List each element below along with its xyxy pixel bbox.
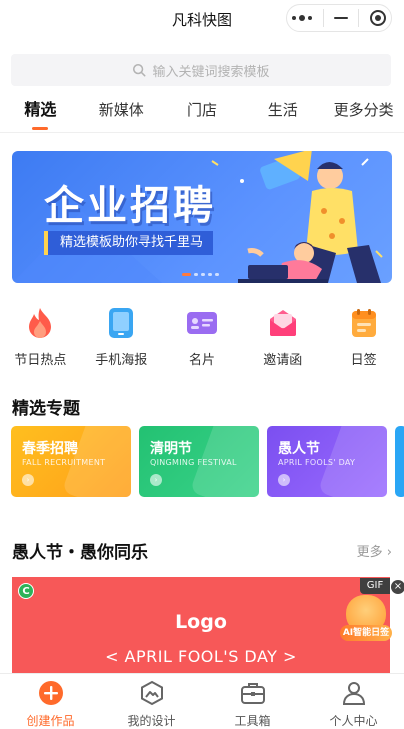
more-label: 更多 bbox=[356, 545, 383, 560]
gif-tag: GIF bbox=[360, 578, 390, 594]
nav-profile[interactable]: 个人中心 bbox=[303, 674, 404, 729]
nav-label: 我的设计 bbox=[127, 714, 176, 728]
tab-featured[interactable]: 精选 bbox=[0, 94, 81, 130]
quick-item-festival[interactable]: 节日热点 bbox=[0, 306, 81, 368]
quick-item-invitation[interactable]: 邀请函 bbox=[242, 306, 323, 368]
ai-tag: AI智能日签 bbox=[340, 625, 392, 641]
capsule-divider bbox=[358, 9, 360, 27]
chevron-right-icon: › bbox=[386, 545, 392, 560]
ai-daily-sign-float[interactable]: AI智能日签 bbox=[338, 595, 394, 645]
flame-icon bbox=[23, 306, 57, 340]
phone-icon bbox=[104, 306, 138, 340]
topic-card-spring-recruit[interactable]: 春季招聘 FALL RECRUITMENT › bbox=[11, 426, 131, 497]
quick-categories: 节日热点 手机海报 名片 邀请函 日签 bbox=[0, 306, 404, 368]
tab-life[interactable]: 生活 bbox=[242, 94, 323, 130]
quick-label: 手机海报 bbox=[95, 353, 148, 368]
nav-label: 工具箱 bbox=[234, 714, 271, 728]
quick-label: 名片 bbox=[188, 353, 215, 368]
app-title: 凡科快图 bbox=[171, 10, 232, 29]
banner-subtitle: 精选模板助你寻找千里马 bbox=[44, 231, 214, 255]
featured-topics: 春季招聘 FALL RECRUITMENT › 清明节 QINGMING FES… bbox=[11, 426, 404, 497]
banner-headline: 企业招聘 bbox=[44, 183, 216, 229]
topic-card-qingming[interactable]: 清明节 QINGMING FESTIVAL › bbox=[139, 426, 259, 497]
bottom-nav: 创建作品 我的设计 工具箱 个人中心 bbox=[0, 673, 404, 729]
template-card[interactable]: C Logo < APRIL FOOL'S DAY > bbox=[12, 577, 390, 677]
plus-circle-icon bbox=[37, 679, 65, 706]
promo-banner[interactable]: 企业招聘 精选模板助你寻找千里马 bbox=[12, 151, 392, 283]
capsule-divider bbox=[322, 9, 324, 27]
quick-item-business-card[interactable]: 名片 bbox=[162, 306, 243, 368]
search-input[interactable]: 输入关键词搜索模板 bbox=[11, 54, 391, 86]
envelope-icon bbox=[266, 306, 300, 340]
minimize-icon[interactable] bbox=[333, 17, 348, 19]
arrow-right-icon: › bbox=[150, 474, 162, 486]
featured-section-title: 精选专题 bbox=[12, 399, 80, 419]
toolbox-icon bbox=[239, 679, 267, 706]
template-logo-text: Logo bbox=[175, 611, 227, 633]
nav-label: 创建作品 bbox=[26, 714, 75, 728]
topic-subtitle: FALL RECRUITMENT bbox=[22, 458, 106, 467]
more-options-icon[interactable] bbox=[292, 15, 313, 21]
template-badge: C bbox=[18, 583, 34, 599]
tab-store[interactable]: 门店 bbox=[162, 94, 243, 130]
april-fools-section-title: 愚人节・愚你同乐 bbox=[12, 543, 148, 563]
topic-title: 春季招聘 bbox=[22, 441, 78, 457]
topic-subtitle: APRIL FOOLS' DAY bbox=[278, 458, 356, 467]
arrow-right-icon: › bbox=[22, 474, 34, 486]
user-icon bbox=[340, 679, 368, 706]
quick-item-daily-sign[interactable]: 日签 bbox=[323, 306, 404, 368]
arrow-right-icon: › bbox=[278, 474, 290, 486]
quick-label: 节日热点 bbox=[14, 353, 67, 368]
close-icon[interactable]: × bbox=[391, 580, 404, 594]
tabs-divider bbox=[0, 132, 404, 133]
nav-label: 个人中心 bbox=[329, 714, 378, 728]
more-link[interactable]: 更多 › bbox=[357, 541, 392, 560]
search-placeholder: 输入关键词搜索模板 bbox=[152, 64, 270, 80]
template-slogan: < APRIL FOOL'S DAY > bbox=[105, 647, 297, 666]
quick-item-phone-poster[interactable]: 手机海报 bbox=[81, 306, 162, 368]
tab-more-categories[interactable]: 更多分类 bbox=[323, 94, 404, 130]
nav-toolbox[interactable]: 工具箱 bbox=[202, 674, 303, 729]
topic-title: 愚人节 bbox=[278, 441, 320, 457]
category-tabs: 精选 新媒体 门店 生活 更多分类 bbox=[0, 94, 404, 130]
title-bar: 凡科快图 bbox=[0, 0, 404, 38]
topic-card-next[interactable] bbox=[395, 426, 404, 497]
banner-pager bbox=[182, 273, 219, 276]
quick-label: 邀请函 bbox=[263, 353, 303, 368]
close-miniapp-icon[interactable] bbox=[369, 10, 386, 26]
nav-create[interactable]: 创建作品 bbox=[0, 674, 101, 729]
nav-my-designs[interactable]: 我的设计 bbox=[101, 674, 202, 729]
card-icon bbox=[185, 306, 219, 340]
topic-title: 清明节 bbox=[150, 441, 192, 457]
miniapp-capsule bbox=[286, 4, 392, 32]
tab-new-media[interactable]: 新媒体 bbox=[81, 94, 162, 130]
image-icon bbox=[138, 679, 166, 706]
topic-subtitle: QINGMING FESTIVAL bbox=[150, 458, 237, 467]
topic-card-april-fools[interactable]: 愚人节 APRIL FOOLS' DAY › bbox=[267, 426, 387, 497]
calendar-icon bbox=[347, 306, 381, 340]
search-icon bbox=[133, 63, 146, 77]
quick-label: 日签 bbox=[350, 353, 377, 368]
